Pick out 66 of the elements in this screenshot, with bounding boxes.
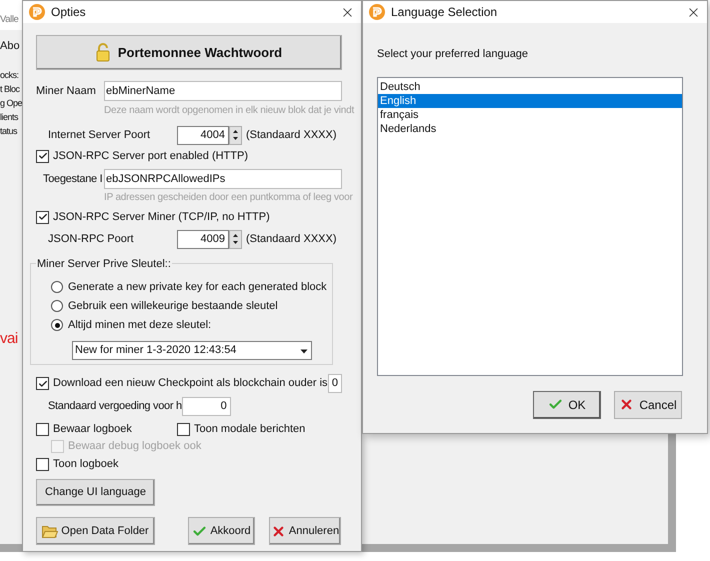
app-logo-icon xyxy=(369,4,385,20)
number-field[interactable]: 0 xyxy=(182,397,231,416)
field-label: Standaard vergoeding voor h xyxy=(48,399,182,414)
field-label: Toegestane I xyxy=(43,172,102,187)
checkbox-label: Toon modale berichten xyxy=(194,422,306,437)
hint-text: IP adressen gescheiden door een puntkomma of leeg voor xyxy=(104,191,353,205)
close-icon xyxy=(270,524,286,538)
prompt-text: Select your preferred language xyxy=(377,47,530,62)
open-folder-button[interactable]: Open Data Folder xyxy=(36,517,155,545)
window-title: Valle xyxy=(0,12,18,27)
field-label: Miner Naam xyxy=(36,84,97,99)
checkbox-label: JSON-RPC Server port enabled (HTTP) xyxy=(53,148,248,164)
status-label: tatus xyxy=(0,124,18,138)
cancel-button[interactable]: Annuleren xyxy=(269,517,341,545)
folder-icon xyxy=(42,524,58,538)
app-logo-icon xyxy=(29,4,45,20)
checkbox-label: Bewaar logboek xyxy=(53,422,132,437)
window-title: Language Selection xyxy=(391,4,498,21)
language-item[interactable]: Deutsch xyxy=(378,80,682,94)
status-label: lients xyxy=(0,110,18,124)
checkbox-label: Toon logboek xyxy=(53,456,118,472)
close-icon xyxy=(619,397,634,412)
checkbox[interactable] xyxy=(36,150,49,162)
language-item[interactable]: English xyxy=(378,94,682,108)
field-label: JSON-RPC Poort xyxy=(48,232,135,248)
accept-button[interactable]: Akkoord xyxy=(188,517,255,545)
radio-button[interactable] xyxy=(51,300,63,312)
spinner-arrows-icon[interactable] xyxy=(229,230,242,249)
number-field[interactable]: 0 xyxy=(328,374,342,393)
checkbox[interactable] xyxy=(36,377,49,390)
status-label: g Ope xyxy=(0,96,22,110)
spinner-arrows-icon[interactable] xyxy=(229,126,242,145)
radio-label: Generate a new private key for each generated block xyxy=(68,280,327,295)
language-item[interactable]: Nederlands xyxy=(378,122,682,136)
note-text: (Standaard XXXX) xyxy=(246,128,336,144)
padlock-icon xyxy=(96,43,110,62)
password-button[interactable]: Portemonnee Wachtwoord xyxy=(36,35,342,70)
port-field[interactable]: 4004 xyxy=(177,126,229,145)
key-dropdown[interactable]: New for miner 1-3-2020 12:43:54 xyxy=(72,341,312,360)
input-field[interactable]: ebMinerName xyxy=(104,81,342,101)
port-field[interactable]: 4009 xyxy=(177,230,229,249)
note-text: (Standaard XXXX) xyxy=(246,232,336,248)
radio-label: Gebruik een willekeurige bestaande sleutel xyxy=(68,298,278,314)
checkbox-label: JSON-RPC Server Miner (TCP/IP, no HTTP) xyxy=(53,210,270,225)
checkbox[interactable] xyxy=(36,422,49,436)
field-label: Internet Server Poort xyxy=(48,128,152,144)
language-item[interactable]: français xyxy=(378,108,682,122)
checkbox-label: Bewaar debug logboek ook xyxy=(68,438,202,454)
checkbox[interactable] xyxy=(36,458,49,470)
status-label: ocks: xyxy=(0,68,19,82)
radio-button[interactable] xyxy=(51,319,63,331)
input-field[interactable]: ebJSONRPCAllowedIPs xyxy=(104,169,342,189)
checkbox-label: Download een nieuw Checkpoint als blockchain ouder is xyxy=(53,376,328,392)
radio-button[interactable] xyxy=(51,281,63,293)
alert-text: vai xyxy=(0,328,18,348)
checkbox[interactable] xyxy=(177,422,190,436)
change-language-button[interactable]: Change UI language xyxy=(36,479,155,506)
ok-button[interactable]: OK xyxy=(533,390,601,418)
cancel-button[interactable]: Cancel xyxy=(614,390,682,418)
radio-label: Altijd minen met deze sleutel: xyxy=(68,318,212,333)
menu-item[interactable]: Abo xyxy=(0,38,20,54)
status-label: t Bloc xyxy=(0,82,20,96)
checkbox[interactable] xyxy=(36,210,49,224)
hint-text: Deze naam wordt opgenomen in elk nieuw blok dat je vindt xyxy=(104,104,354,118)
window-title: Opties xyxy=(51,4,86,21)
check-icon xyxy=(192,524,208,538)
